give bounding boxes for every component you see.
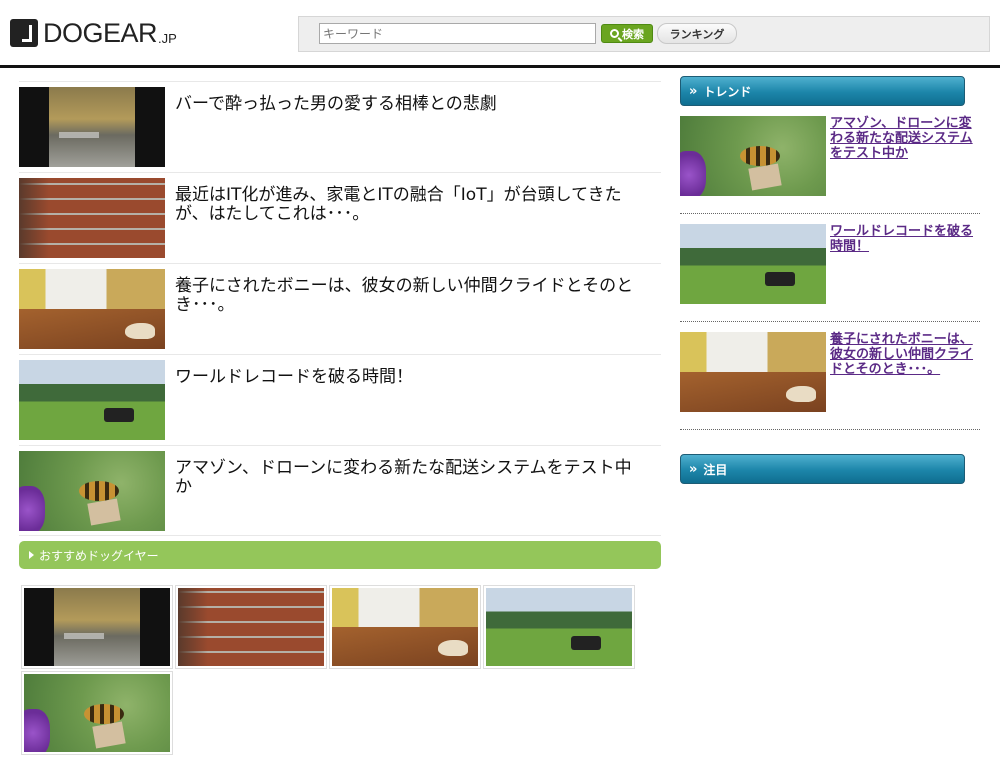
- recommend-item[interactable]: [329, 585, 481, 669]
- search-icon: [610, 29, 619, 38]
- recommend-grid: [21, 585, 641, 757]
- recommend-thumbnail[interactable]: [486, 588, 632, 666]
- recommend-item[interactable]: [483, 585, 635, 669]
- search-bar: 検索 ランキング: [298, 16, 990, 52]
- double-chevron-icon: »: [689, 83, 698, 99]
- recommend-thumbnail[interactable]: [178, 588, 324, 666]
- trend-item[interactable]: ワールドレコードを破る時間！: [680, 214, 980, 322]
- article-item[interactable]: ワールドレコードを破る時間！: [19, 354, 661, 445]
- logo-text: DOGEAR: [43, 18, 158, 48]
- recommend-item[interactable]: [175, 585, 327, 669]
- site-logo[interactable]: DOGEAR .JP: [10, 19, 177, 47]
- article-thumbnail[interactable]: [19, 178, 165, 258]
- featured-header: » 注目: [680, 454, 965, 484]
- article-thumbnail[interactable]: [19, 360, 165, 440]
- site-header: DOGEAR .JP 検索 ランキング: [0, 0, 1000, 68]
- trend-header: » トレンド: [680, 76, 965, 106]
- article-title[interactable]: 養子にされたボニーは、彼女の新しい仲間クライドとそのとき･･･。: [175, 277, 645, 315]
- article-title[interactable]: バーで酔っ払った男の愛する相棒との悲劇: [175, 95, 645, 114]
- recommend-thumbnail[interactable]: [332, 588, 478, 666]
- trend-thumbnail[interactable]: [680, 332, 826, 412]
- search-button-label: 検索: [622, 27, 644, 41]
- trend-item[interactable]: アマゾン、ドローンに変わる新たな配送システムをテスト中か: [680, 106, 980, 214]
- trend-thumbnail[interactable]: [680, 116, 826, 196]
- trend-thumbnail[interactable]: [680, 224, 826, 304]
- article-item[interactable]: アマゾン、ドローンに変わる新たな配送システムをテスト中か: [19, 445, 661, 536]
- recommend-label: おすすめドッグイヤー: [39, 548, 159, 563]
- article-thumbnail[interactable]: [19, 87, 165, 167]
- trend-label: トレンド: [703, 84, 752, 99]
- search-button[interactable]: 検索: [601, 24, 653, 43]
- ranking-button[interactable]: ランキング: [657, 23, 737, 44]
- trend-title-link[interactable]: ワールドレコードを破る時間！: [830, 224, 980, 315]
- search-input[interactable]: [319, 23, 596, 44]
- sidebar: » トレンド アマゾン、ドローンに変わる新たな配送システムをテスト中か ワールド…: [680, 76, 980, 484]
- article-item[interactable]: 養子にされたボニーは、彼女の新しい仲間クライドとそのとき･･･。: [19, 263, 661, 354]
- triangle-right-icon: [29, 551, 34, 559]
- recommend-thumbnail[interactable]: [24, 588, 170, 666]
- article-title[interactable]: アマゾン、ドローンに変わる新たな配送システムをテスト中か: [175, 459, 645, 497]
- trend-title-link[interactable]: 養子にされたボニーは、彼女の新しい仲間クライドとそのとき･･･。: [830, 332, 980, 423]
- recommend-thumbnail[interactable]: [24, 674, 170, 752]
- trend-item[interactable]: 養子にされたボニーは、彼女の新しい仲間クライドとそのとき･･･。: [680, 322, 980, 430]
- recommend-item[interactable]: [21, 585, 173, 669]
- article-list: バーで酔っ払った男の愛する相棒との悲劇 最近はIT化が進み、家電とITの融合「I…: [19, 81, 661, 536]
- recommend-item[interactable]: [21, 671, 173, 755]
- article-item[interactable]: バーで酔っ払った男の愛する相棒との悲劇: [19, 81, 661, 172]
- article-title[interactable]: ワールドレコードを破る時間！: [175, 368, 645, 387]
- trend-title-link[interactable]: アマゾン、ドローンに変わる新たな配送システムをテスト中か: [830, 116, 980, 207]
- article-title[interactable]: 最近はIT化が進み、家電とITの融合「IoT」が台頭してきたが、はたしてこれは･…: [175, 186, 645, 224]
- article-thumbnail[interactable]: [19, 269, 165, 349]
- dogear-logo-icon: [10, 19, 38, 47]
- featured-label: 注目: [703, 462, 728, 477]
- double-chevron-icon: »: [689, 461, 698, 477]
- article-item[interactable]: 最近はIT化が進み、家電とITの融合「IoT」が台頭してきたが、はたしてこれは･…: [19, 172, 661, 263]
- logo-suffix: .JP: [158, 31, 177, 46]
- article-thumbnail[interactable]: [19, 451, 165, 531]
- recommend-section-header: おすすめドッグイヤー: [19, 541, 661, 569]
